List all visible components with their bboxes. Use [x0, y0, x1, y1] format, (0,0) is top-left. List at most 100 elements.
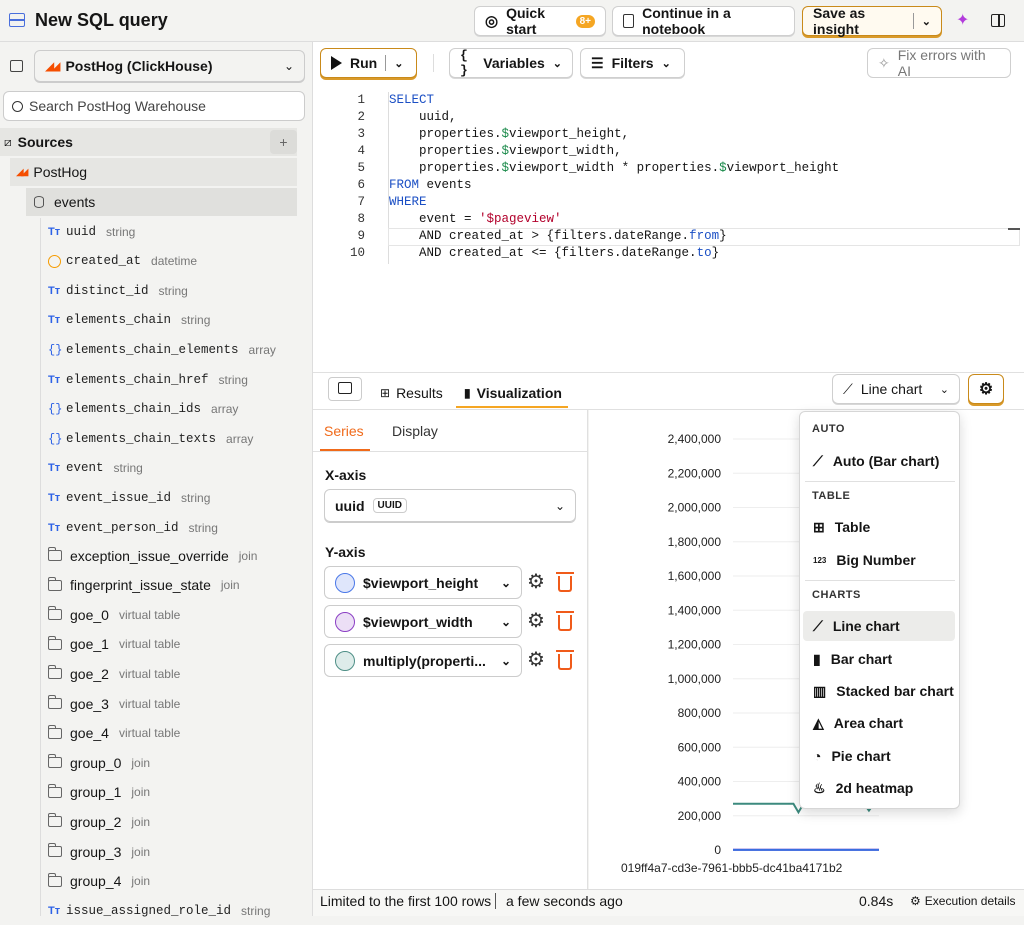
column-item[interactable]: Tт event_issue_id string: [48, 483, 348, 512]
line-number: 7: [357, 195, 365, 209]
y-series-select[interactable]: $viewport_width ⌄: [324, 605, 522, 638]
line-number: 10: [349, 246, 365, 260]
column-item[interactable]: Tт distinct_id string: [48, 276, 348, 305]
column-item[interactable]: created_at datetime: [48, 247, 348, 276]
code-line[interactable]: 5 properties.$viewport_width * propertie…: [315, 160, 1020, 177]
tab-series[interactable]: Series: [324, 423, 364, 439]
line-number: 5: [357, 161, 365, 175]
table-folder-item[interactable]: goe_2 virtual table: [48, 659, 348, 688]
collapse-sidebar-icon[interactable]: [10, 60, 23, 72]
table-folder-item[interactable]: group_2 join: [48, 807, 348, 836]
dropdown-bar-chart[interactable]: ▮ Bar chart: [803, 644, 955, 674]
y-series-select[interactable]: $viewport_height ⌄: [324, 566, 522, 599]
column-item[interactable]: Tт issue_assigned_role_id string: [48, 896, 348, 925]
delete-series-icon[interactable]: [556, 650, 574, 670]
table-folder-item[interactable]: exception_issue_override join: [48, 541, 348, 570]
dropdown-stacked-bar[interactable]: ▥ Stacked bar chart: [803, 676, 955, 706]
dropdown-line-chart[interactable]: ⟋ Line chart: [803, 611, 955, 641]
dropdown-table[interactable]: ⊞ Table: [803, 512, 955, 542]
series-settings-icon[interactable]: ⚙: [527, 608, 545, 633]
chart-settings-button[interactable]: ⚙: [968, 374, 1004, 404]
text-type-icon: Tт: [48, 904, 61, 917]
folder-type: virtual table: [118, 666, 181, 681]
line-number: 9: [357, 229, 365, 243]
filters-button[interactable]: ☰ Filters ⌄: [580, 48, 685, 78]
series-settings-icon[interactable]: ⚙: [527, 569, 545, 594]
code-line[interactable]: 10 AND created_at <= {filters.dateRange.…: [315, 245, 1020, 262]
tree-guide-line: [40, 218, 41, 916]
line-chart-icon: ⟋: [813, 452, 823, 469]
code-line[interactable]: 7 WHERE: [315, 194, 1020, 211]
source-select[interactable]: ◢◢ PostHog (ClickHouse) ⌄: [34, 50, 305, 82]
column-item[interactable]: {} elements_chain_ids array: [48, 395, 348, 424]
column-name: issue_assigned_role_id: [66, 903, 232, 918]
dropdown-pie-chart[interactable]: ◔ Pie chart: [803, 741, 955, 771]
execution-details-link[interactable]: ⚙ Execution details: [910, 894, 1016, 908]
delete-series-icon[interactable]: [556, 611, 574, 631]
chevron-down-icon: ⌄: [394, 57, 404, 70]
code-line[interactable]: 6 FROM events: [315, 177, 1020, 194]
column-item[interactable]: {} elements_chain_texts array: [48, 424, 348, 453]
code-line[interactable]: 2 uuid,: [315, 109, 1020, 126]
sources-header[interactable]: ⧄ Sources: [0, 128, 297, 156]
table-folder-item[interactable]: goe_1 virtual table: [48, 630, 348, 659]
column-name: elements_chain: [66, 313, 172, 328]
column-name: event_issue_id: [66, 490, 172, 505]
x-axis-select[interactable]: uuid UUID ⌄: [324, 489, 576, 522]
table-folder-item[interactable]: fingerprint_issue_state join: [48, 571, 348, 600]
table-folder-item[interactable]: group_0 join: [48, 748, 348, 777]
folder-type: join: [131, 755, 151, 770]
folder-type: join: [220, 578, 240, 593]
column-item[interactable]: Tт event string: [48, 454, 348, 483]
editor-scrollbar[interactable]: [1008, 228, 1020, 230]
column-item[interactable]: Tт elements_chain_href string: [48, 365, 348, 394]
table-folder-item[interactable]: group_1 join: [48, 778, 348, 807]
folder-name: exception_issue_override: [70, 547, 229, 564]
table-folder-item[interactable]: group_3 join: [48, 837, 348, 866]
column-item[interactable]: Tт event_person_id string: [48, 513, 348, 542]
sparkle-ai-icon[interactable]: ✦: [956, 10, 969, 30]
y-series-select[interactable]: multiply(properti... ⌄: [324, 644, 522, 677]
folder-type: virtual table: [118, 637, 181, 652]
dropdown-big-number[interactable]: 123 Big Number: [803, 545, 955, 575]
folder-name: group_2: [70, 813, 122, 830]
table-folder-item[interactable]: goe_3 virtual table: [48, 689, 348, 718]
chart-type-select[interactable]: ⟋ Line chart ⌄: [832, 374, 960, 404]
dropdown-area-chart[interactable]: ◭ Area chart: [803, 708, 955, 738]
table-folder-item[interactable]: group_4 join: [48, 867, 348, 896]
quick-start-button[interactable]: ◎ Quick start 8+: [474, 5, 606, 37]
code-line[interactable]: 4 properties.$viewport_width,: [315, 143, 1020, 160]
braces-icon: {}: [48, 431, 63, 446]
tree-posthog[interactable]: ◢◢ PostHog: [10, 158, 297, 186]
search-input[interactable]: Search PostHog Warehouse: [29, 98, 206, 114]
series-label: $viewport_width: [363, 613, 473, 630]
add-source-button[interactable]: +: [270, 130, 297, 154]
variables-button[interactable]: { } Variables ⌄: [449, 48, 573, 78]
delete-series-icon[interactable]: [556, 572, 574, 592]
y-tick-label: 800,000: [678, 706, 722, 720]
continue-notebook-button[interactable]: Continue in a notebook: [612, 5, 795, 37]
folder-name: goe_2: [70, 665, 109, 682]
text-type-icon: Tт: [48, 284, 61, 297]
column-item[interactable]: {} elements_chain_elements array: [48, 335, 348, 364]
dropdown-heatmap[interactable]: ♨ 2d heatmap: [803, 773, 955, 803]
tab-results[interactable]: ⊞ Results: [380, 378, 443, 408]
column-item[interactable]: Tт elements_chain string: [48, 306, 348, 335]
tab-visualization[interactable]: ▮ Visualization: [464, 378, 562, 408]
series-settings-icon[interactable]: ⚙: [527, 647, 545, 672]
save-insight-button[interactable]: Save as insight ⌄: [802, 5, 942, 37]
code-line[interactable]: 1 SELECT: [315, 92, 1020, 109]
tab-display[interactable]: Display: [392, 423, 438, 439]
tree-events[interactable]: events: [26, 188, 297, 216]
dropdown-auto-bar[interactable]: ⟋ Auto (Bar chart): [803, 446, 955, 476]
table-folder-item[interactable]: goe_4 virtual table: [48, 719, 348, 748]
run-button[interactable]: Run ⌄: [320, 48, 417, 78]
code-line[interactable]: 8 event = '$pageview': [315, 211, 1020, 228]
search-warehouse[interactable]: Search PostHog Warehouse: [3, 91, 305, 121]
area-chart-icon: ◭: [813, 714, 824, 731]
fix-errors-button[interactable]: ✧ Fix errors with AI: [867, 47, 1011, 79]
folder-name: group_3: [70, 843, 122, 860]
column-item[interactable]: Tт uuid string: [48, 217, 348, 246]
table-folder-item[interactable]: goe_0 virtual table: [48, 600, 348, 629]
code-line[interactable]: 3 properties.$viewport_height,: [315, 126, 1020, 143]
